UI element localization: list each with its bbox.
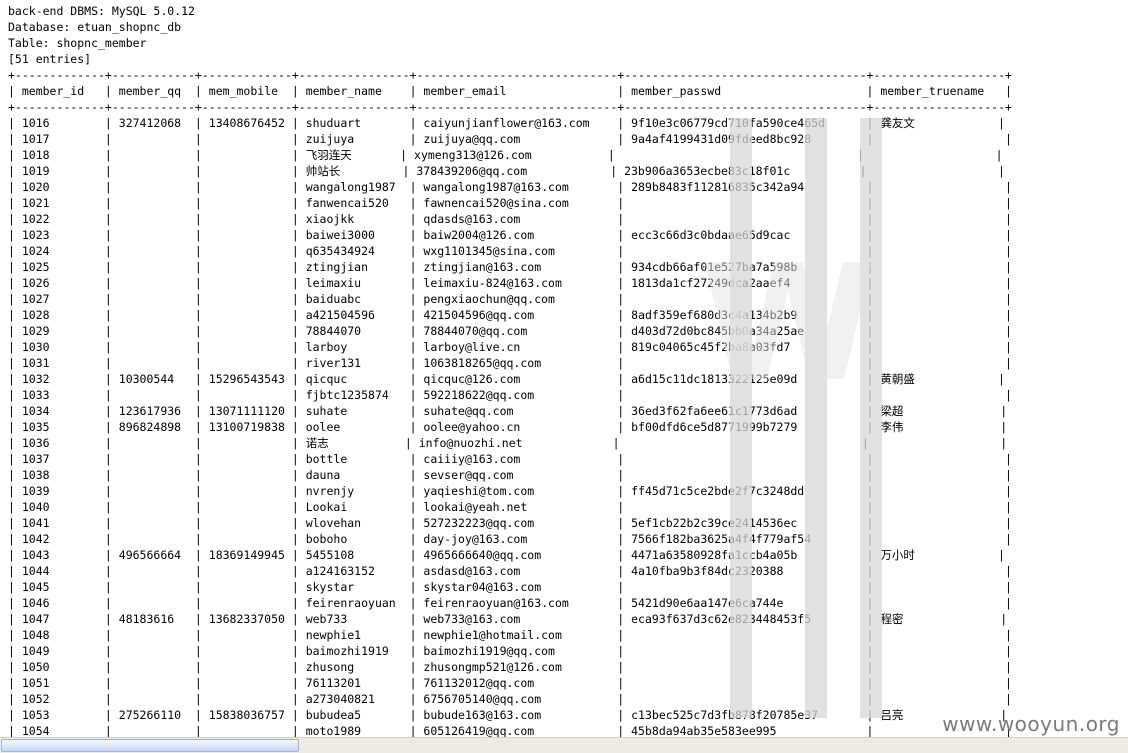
redaction-blur-3: [860, 118, 882, 718]
background-watermark-logo: W: [700, 230, 877, 417]
redaction-blur-1: [730, 118, 752, 718]
redaction-blur-2: [805, 118, 827, 718]
scrollbar-thumb[interactable]: [1, 739, 299, 752]
console-output-area: back-end DBMS: MySQL 5.0.12 Database: et…: [0, 0, 1128, 737]
wooyun-watermark: www.wooyun.org: [942, 712, 1120, 736]
horizontal-scrollbar[interactable]: [0, 737, 1128, 753]
